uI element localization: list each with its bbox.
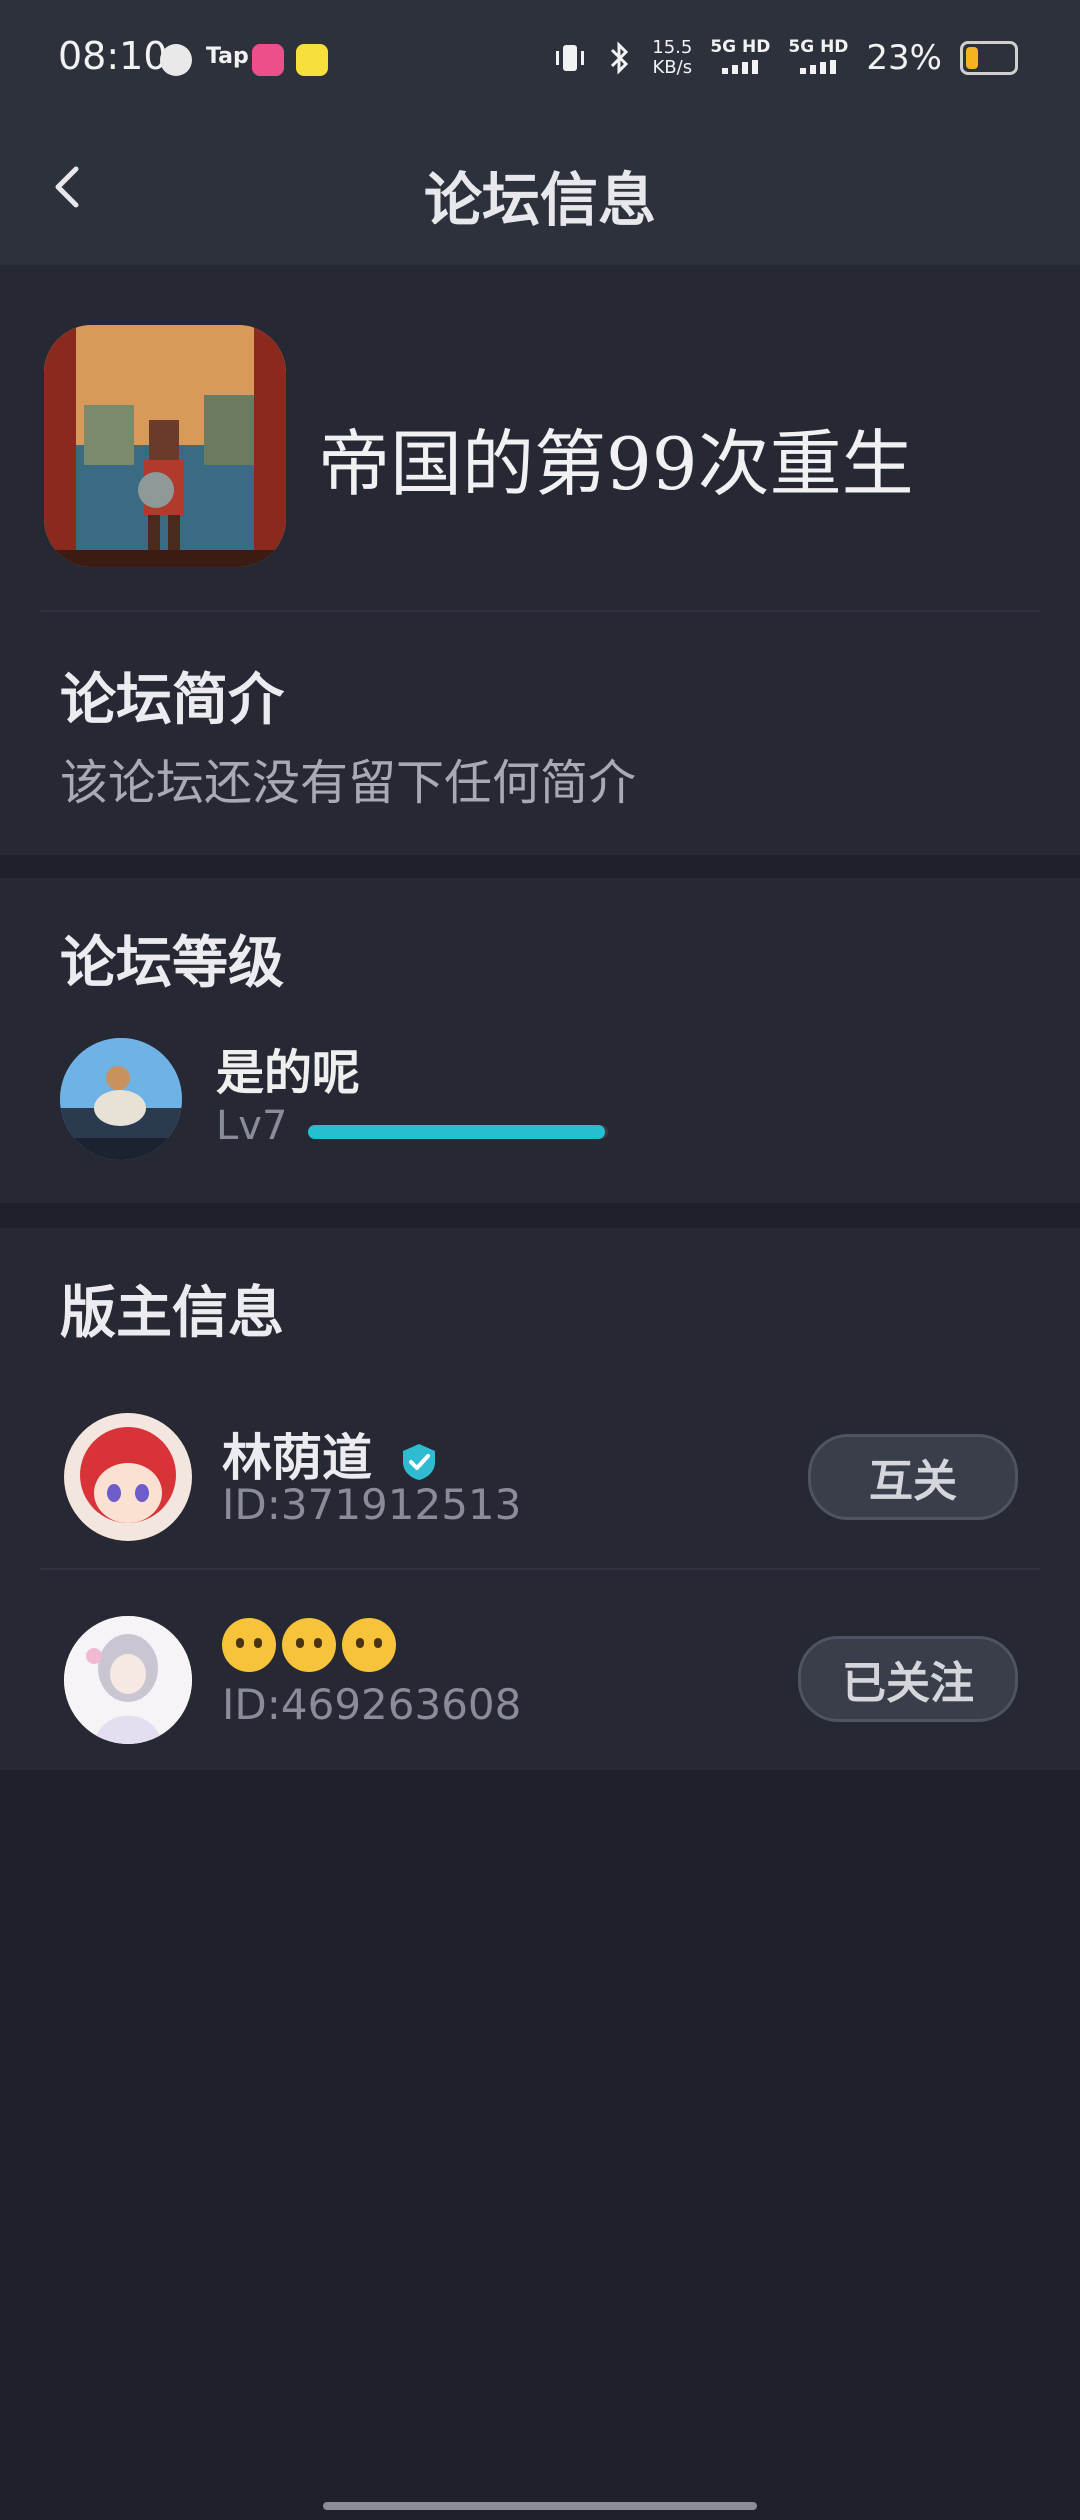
qq-music-icon bbox=[296, 44, 328, 76]
forum-avatar-art bbox=[44, 325, 286, 567]
moderator-title: 版主信息 bbox=[60, 1280, 284, 1346]
bluetooth-icon bbox=[611, 41, 629, 75]
battery-fill bbox=[966, 47, 978, 69]
level-avatar-art bbox=[60, 1038, 182, 1160]
status-indicators: 15.5 KB/s 5G HD 5G HD 23% bbox=[552, 36, 1018, 80]
level-progress-bar bbox=[308, 1125, 608, 1139]
sim2-signal: 5G HD bbox=[788, 36, 848, 80]
following-button[interactable]: 已关注 bbox=[798, 1636, 1018, 1722]
battery-percent: 23% bbox=[866, 38, 942, 78]
avatar[interactable] bbox=[64, 1616, 192, 1744]
raised-eyebrow-emoji-icon bbox=[342, 1618, 396, 1672]
level-name: 是的呢 bbox=[216, 1045, 361, 1101]
raised-eyebrow-emoji-icon bbox=[222, 1618, 276, 1672]
signal-icon bbox=[722, 60, 759, 74]
level-title: 论坛等级 bbox=[60, 930, 284, 996]
app-bar: 论坛信息 bbox=[0, 125, 1080, 265]
pink-app-icon bbox=[252, 44, 284, 76]
mutual-follow-button[interactable]: 互关 bbox=[808, 1434, 1018, 1520]
divider bbox=[40, 1568, 1040, 1570]
moderator-name bbox=[222, 1618, 402, 1684]
sim1-signal: 5G HD bbox=[710, 36, 770, 80]
level-avatar bbox=[60, 1038, 182, 1160]
globe-icon bbox=[160, 44, 192, 76]
status-bar: 08:10 Tap 15.5 KB/s 5G HD 5G HD 23% bbox=[0, 0, 1080, 125]
level-progress-fill bbox=[308, 1125, 605, 1139]
status-time: 08:10 bbox=[58, 34, 168, 78]
avatar[interactable] bbox=[64, 1413, 192, 1541]
forum-info-card: 帝国的第99次重生 论坛简介 该论坛还没有留下任何简介 bbox=[0, 265, 1080, 855]
avatar-art bbox=[64, 1413, 192, 1541]
home-indicator[interactable] bbox=[323, 2502, 757, 2510]
moderator-emoji-name bbox=[222, 1618, 402, 1672]
intro-text: 该论坛还没有留下任何简介 bbox=[60, 755, 637, 811]
tap-icon: Tap bbox=[206, 44, 249, 69]
divider bbox=[40, 610, 1040, 612]
verified-badge-icon bbox=[403, 1444, 436, 1480]
page-title: 论坛信息 bbox=[423, 166, 656, 234]
moderator-id: ID:469263608 bbox=[222, 1680, 522, 1729]
forum-name: 帝国的第99次重生 bbox=[318, 422, 914, 506]
level-lv: Lv7 bbox=[216, 1103, 288, 1149]
forum-level-card: 论坛等级 是的呢 Lv7 bbox=[0, 878, 1080, 1203]
forum-avatar bbox=[44, 325, 286, 567]
moderator-card: 版主信息 林荫道 ID:371912513 互关 ID:469263608 已关… bbox=[0, 1228, 1080, 1770]
chevron-left-icon[interactable] bbox=[38, 157, 98, 217]
battery-icon bbox=[960, 41, 1018, 75]
intro-title: 论坛简介 bbox=[60, 667, 284, 733]
raised-eyebrow-emoji-icon bbox=[282, 1618, 336, 1672]
net-speed: 15.5 KB/s bbox=[652, 37, 693, 78]
moderator-id: ID:371912513 bbox=[222, 1480, 522, 1529]
signal-icon bbox=[800, 60, 837, 74]
vibrate-icon bbox=[556, 45, 585, 71]
avatar-art bbox=[64, 1616, 192, 1744]
